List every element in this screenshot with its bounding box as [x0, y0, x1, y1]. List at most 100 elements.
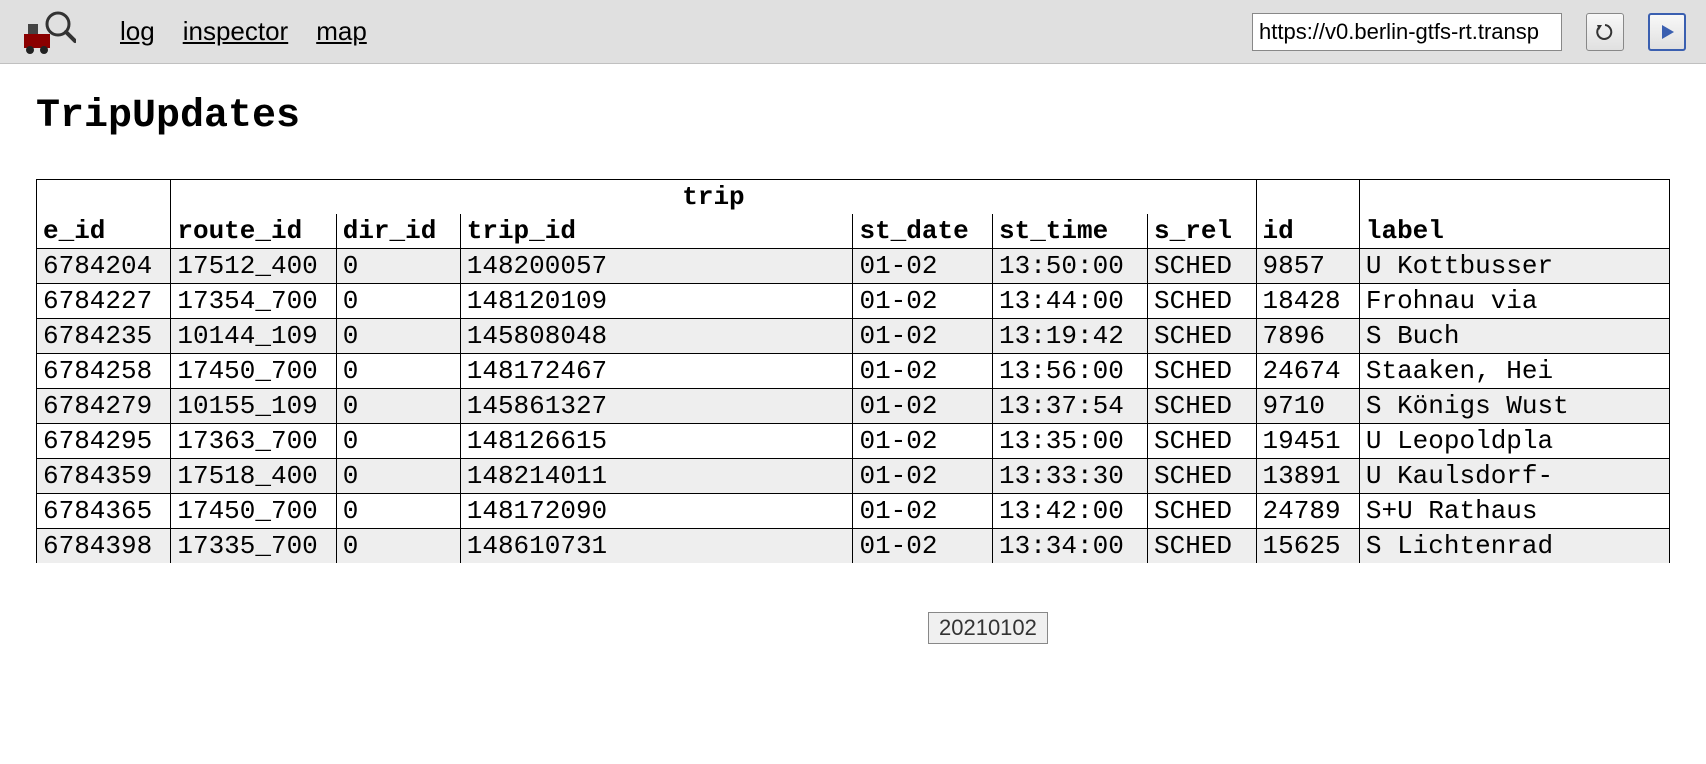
cell-trip-id: 145861327	[460, 389, 853, 424]
cell-trip-id: 148172467	[460, 354, 853, 389]
cell-route-id: 17450_700	[171, 354, 336, 389]
col-header-route-id[interactable]: route_id	[171, 214, 336, 249]
col-header-st-time[interactable]: st_time	[992, 214, 1147, 249]
cell-label: U Kottbusser	[1359, 249, 1669, 284]
cell-st-date: 01-02	[853, 354, 993, 389]
app-logo	[20, 10, 76, 54]
table-row[interactable]: 678429517363_700014812661501-0213:35:00S…	[37, 424, 1670, 459]
cell-label: S Buch	[1359, 319, 1669, 354]
cell-st-time: 13:35:00	[992, 424, 1147, 459]
refresh-button[interactable]	[1586, 13, 1624, 51]
cell-trip-id: 148610731	[460, 529, 853, 564]
cell-s-rel: SCHED	[1148, 424, 1257, 459]
table-row[interactable]: 678425817450_700014817246701-0213:56:00S…	[37, 354, 1670, 389]
cell-s-rel: SCHED	[1148, 529, 1257, 564]
cell-route-id: 10144_109	[171, 319, 336, 354]
cell-dir-id: 0	[336, 424, 460, 459]
cell-st-date: 01-02	[853, 389, 993, 424]
cell-label: U Leopoldpla	[1359, 424, 1669, 459]
col-header-label[interactable]: label	[1359, 214, 1669, 249]
table-row[interactable]: 678420417512_400014820005701-0213:50:00S…	[37, 249, 1670, 284]
cell-dir-id: 0	[336, 389, 460, 424]
cell-route-id: 17512_400	[171, 249, 336, 284]
table-row[interactable]: 678427910155_109014586132701-0213:37:54 S…	[37, 389, 1670, 424]
cell-route-id: 17335_700	[171, 529, 336, 564]
nav-link-log[interactable]: log	[120, 16, 155, 47]
cell-s-rel: SCHED	[1148, 459, 1257, 494]
cell-s-rel: SCHED	[1148, 249, 1257, 284]
cell-trip-id: 148172090	[460, 494, 853, 529]
cell-st-date: 01-02	[853, 424, 993, 459]
nav-link-map[interactable]: map	[316, 16, 367, 47]
cell-e-id: 6784359	[37, 459, 171, 494]
table-row[interactable]: 678423510144_109014580804801-0213:19:42S…	[37, 319, 1670, 354]
cell-id: 9857	[1256, 249, 1359, 284]
cell-route-id: 10155_109	[171, 389, 336, 424]
cell-label: S+U Rathaus	[1359, 494, 1669, 529]
table-row[interactable]: 678422717354_700014812010901-0213:44:00S…	[37, 284, 1670, 319]
col-header-id[interactable]: id	[1256, 214, 1359, 249]
cell-st-time: 13:37:54	[992, 389, 1147, 424]
table-body: 678420417512_400014820005701-0213:50:00S…	[37, 249, 1670, 564]
train-magnifier-icon	[20, 10, 76, 54]
table-row[interactable]: 678435917518_400014821401101-0213:33:30S…	[37, 459, 1670, 494]
cell-e-id: 6784204	[37, 249, 171, 284]
cell-label: U Kaulsdorf-	[1359, 459, 1669, 494]
cell-dir-id: 0	[336, 494, 460, 529]
cell-s-rel: SCHED	[1148, 284, 1257, 319]
cell-trip-id: 148120109	[460, 284, 853, 319]
cell-st-time: 13:19:42	[992, 319, 1147, 354]
cell-label: S Lichtenrad	[1359, 529, 1669, 564]
cell-id: 19451	[1256, 424, 1359, 459]
header-columns-row: e_id route_id dir_id trip_id st_date st_…	[37, 214, 1670, 249]
col-header-dir-id[interactable]: dir_id	[336, 214, 460, 249]
col-header-s-rel[interactable]: s_rel	[1148, 214, 1257, 249]
table-row[interactable]: 678439817335_700014861073101-0213:34:00S…	[37, 529, 1670, 564]
cell-label: S Königs Wust	[1359, 389, 1669, 424]
cell-dir-id: 0	[336, 319, 460, 354]
trip-updates-table: trip e_id route_id dir_id trip_id st_dat…	[36, 179, 1670, 563]
nav-link-inspector[interactable]: inspector	[183, 16, 289, 47]
cell-trip-id: 148214011	[460, 459, 853, 494]
cell-dir-id: 0	[336, 354, 460, 389]
cell-id: 9710	[1256, 389, 1359, 424]
url-input[interactable]	[1252, 13, 1562, 51]
cell-st-time: 13:42:00	[992, 494, 1147, 529]
cell-st-time: 13:34:00	[992, 529, 1147, 564]
cell-route-id: 17518_400	[171, 459, 336, 494]
cell-st-date: 01-02	[853, 529, 993, 564]
cell-e-id: 6784279	[37, 389, 171, 424]
table-row[interactable]: 678436517450_700014817209001-0213:42:00S…	[37, 494, 1670, 529]
table-wrap: trip e_id route_id dir_id trip_id st_dat…	[36, 179, 1670, 615]
col-header-trip-id[interactable]: trip_id	[460, 214, 853, 249]
cell-st-time: 13:44:00	[992, 284, 1147, 319]
header-group-trip: trip	[171, 180, 1256, 215]
nav-links: log inspector map	[120, 16, 367, 47]
cell-label: Frohnau via	[1359, 284, 1669, 319]
col-header-st-date[interactable]: st_date	[853, 214, 993, 249]
cell-id: 13891	[1256, 459, 1359, 494]
cell-e-id: 6784235	[37, 319, 171, 354]
play-icon	[1657, 22, 1677, 42]
cell-st-time: 13:50:00	[992, 249, 1147, 284]
cell-e-id: 6784227	[37, 284, 171, 319]
cell-dir-id: 0	[336, 284, 460, 319]
header-group-blank-3	[1359, 180, 1669, 215]
cell-trip-id: 148200057	[460, 249, 853, 284]
cell-dir-id: 0	[336, 249, 460, 284]
header-group-row: trip	[37, 180, 1670, 215]
cell-trip-id: 148126615	[460, 424, 853, 459]
refresh-icon	[1595, 22, 1615, 42]
play-button[interactable]	[1648, 13, 1686, 51]
cell-st-time: 13:33:30	[992, 459, 1147, 494]
cell-st-date: 01-02	[853, 494, 993, 529]
cell-e-id: 6784295	[37, 424, 171, 459]
cell-route-id: 17363_700	[171, 424, 336, 459]
main-content: TripUpdates trip	[0, 64, 1706, 645]
cell-dir-id: 0	[336, 459, 460, 494]
cell-s-rel: SCHED	[1148, 494, 1257, 529]
cell-st-date: 01-02	[853, 284, 993, 319]
cell-id: 15625	[1256, 529, 1359, 564]
cell-e-id: 6784365	[37, 494, 171, 529]
col-header-e-id[interactable]: e_id	[37, 214, 171, 249]
